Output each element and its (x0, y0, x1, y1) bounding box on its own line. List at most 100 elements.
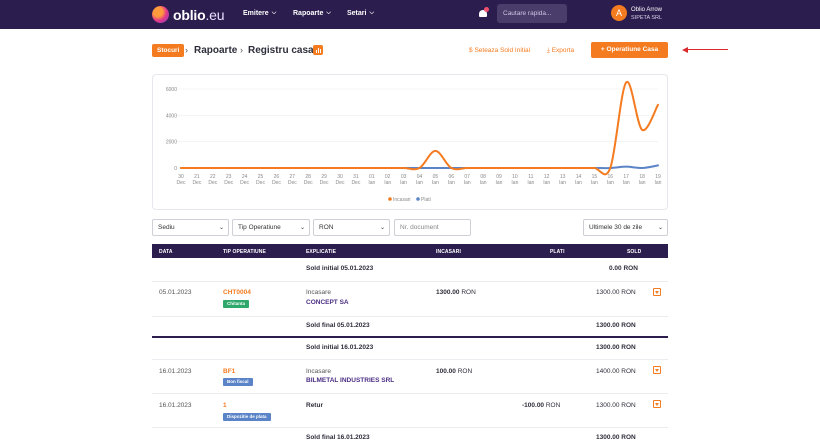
x-tick-label: Ian (432, 180, 439, 186)
document-type-badge: Bon fiscal (223, 378, 253, 386)
cash-chart-card: 6000 4000 2000 0 30 Dec 21 Dec 22 Dec 23 Dec 24 Dec 25… (152, 74, 668, 210)
partner-link[interactable]: BILMETAL INDUSTRIES SRL (306, 377, 394, 384)
balance-value: 1300.00 RON (596, 322, 636, 329)
x-tick-label: Ian (591, 180, 598, 186)
incasari-value: 1300.00 RON (436, 289, 476, 296)
row-divider (152, 359, 668, 360)
stocuri-badge[interactable]: Stocuri (152, 44, 185, 57)
row-menu-icon[interactable] (653, 288, 661, 296)
user-name[interactable]: Oblio Arrow (631, 7, 662, 13)
add-cash-operation-button[interactable]: + Operatiune Casa (591, 42, 668, 58)
col-tip-operatiune: TIP OPERATIUNE (223, 248, 266, 255)
brand-tld: .eu (205, 6, 225, 23)
avatar[interactable]: A (611, 5, 627, 21)
search-input[interactable]: Cautare rapida... (497, 4, 567, 23)
export-link[interactable]: ⤓ Exporta (547, 46, 574, 55)
operation-type: Incasare (306, 289, 331, 296)
currency-select[interactable]: RON ⌄ (313, 219, 390, 236)
operation-type: Incasare (306, 368, 331, 375)
x-tick-label: Dec (320, 180, 329, 186)
col-plati: PLATI (550, 248, 565, 255)
row-divider (152, 316, 668, 317)
balance-value: 1300.00 RON (596, 434, 636, 441)
balance-value: 0.00 RON (609, 265, 638, 272)
x-tick-label: Ian (496, 180, 503, 186)
x-tick-label: Dec (272, 180, 281, 186)
plati-value: -100.00 RON (522, 402, 561, 409)
chevron-down-icon: ⌄ (299, 225, 305, 231)
document-type-badge: Dispozitie de plata (223, 413, 271, 421)
x-tick-label: Ian (639, 180, 646, 186)
chevron-down-icon: ⌵ (271, 10, 277, 16)
x-tick-label: Ian (448, 180, 455, 186)
chevron-down-icon: ⌵ (369, 10, 375, 16)
page-title: Registru casa (248, 45, 314, 56)
legend-marker (416, 197, 420, 201)
x-tick-label: Ian (511, 180, 518, 186)
x-tick-label: Ian (543, 180, 550, 186)
row-menu-icon[interactable] (653, 400, 661, 408)
menu-emitere[interactable]: Emitere ⌵ (243, 10, 276, 17)
x-tick-label: Dec (224, 180, 233, 186)
menu-rapoarte[interactable]: Rapoarte ⌵ (293, 10, 331, 17)
x-tick-label: Dec (288, 180, 297, 186)
x-tick-label: Dec (192, 180, 201, 186)
balance-value: 1300.00 RON (596, 344, 636, 351)
x-tick-label: Dec (351, 180, 360, 186)
x-tick-label: Ian (400, 180, 407, 186)
sold-value: 1300.00 RON (596, 402, 636, 409)
document-link[interactable]: CHT0004 (223, 289, 251, 296)
x-tick-label: Ian (416, 180, 423, 186)
col-incasari: INCASARI (436, 248, 461, 255)
table-header: DATA TIP OPERATIUNE EXPLICATIE INCASARI … (152, 244, 668, 258)
balance-label: Sold initial 16.01.2023 (306, 344, 374, 351)
row-date: 05.01.2023 (159, 289, 192, 296)
plus-icon: + (600, 46, 605, 53)
chevron-down-icon: ⌄ (379, 225, 385, 231)
breadcrumb-rapoarte[interactable]: Rapoarte (194, 44, 237, 57)
annotation-arrow-line (688, 49, 728, 50)
x-tick-label: Dec (240, 180, 249, 186)
x-tick-label: Ian (384, 180, 391, 186)
legend-label: Plati (421, 197, 431, 203)
menu-setari[interactable]: Setari ⌵ (347, 10, 374, 17)
operation-type-select[interactable]: Tip Operatiune ⌄ (232, 219, 310, 236)
chevron-down-icon: ⌵ (326, 10, 331, 16)
col-sold: SOLD (627, 248, 642, 255)
period-select[interactable]: Ultimele 30 de zile ⌄ (583, 219, 668, 236)
breadcrumb-separator-icon: › (185, 45, 188, 55)
x-tick-label: Dec (304, 180, 313, 186)
document-link[interactable]: 1 (223, 402, 227, 409)
x-tick-label: Ian (480, 180, 487, 186)
row-divider (152, 427, 668, 428)
x-tick-label: Ian (575, 180, 582, 186)
document-number-input[interactable]: Nr. document (394, 219, 471, 236)
row-menu-icon[interactable] (653, 366, 661, 374)
row-divider (152, 281, 668, 282)
brand-name: oblio (173, 6, 206, 23)
document-link[interactable]: BF1 (223, 368, 235, 375)
balance-label: Sold initial 05.01.2023 (306, 265, 374, 272)
x-tick-label: Dec (256, 180, 265, 186)
balance-label: Sold final 16.01.2023 (306, 434, 370, 441)
partner-link[interactable]: CONCEPT SA (306, 299, 349, 306)
chevron-down-icon: ⌄ (657, 225, 663, 231)
set-initial-balance-link[interactable]: $ Seteaza Sold Initial (469, 46, 530, 55)
x-tick-label: Ian (559, 180, 566, 186)
notification-bell-icon[interactable] (478, 7, 489, 19)
row-date: 16.01.2023 (159, 402, 192, 409)
chart-report-icon[interactable] (313, 45, 323, 55)
series-line-incasari (180, 81, 659, 176)
logo-icon (152, 6, 169, 23)
x-tick-label: Ian (368, 180, 375, 186)
x-tick-label: Dec (336, 180, 345, 186)
y-tick-label: 6000 (166, 87, 177, 93)
brand-logo[interactable]: oblio.eu (152, 6, 225, 23)
x-tick-label: Dec (208, 180, 217, 186)
legend-marker (388, 197, 392, 201)
balance-label: Sold final 05.01.2023 (306, 322, 370, 329)
notification-dot (484, 7, 489, 12)
user-company: SIPETA SRL (631, 15, 663, 21)
sediu-select[interactable]: Sediu ⌄ (152, 219, 229, 236)
x-tick-label: Ian (527, 180, 534, 186)
